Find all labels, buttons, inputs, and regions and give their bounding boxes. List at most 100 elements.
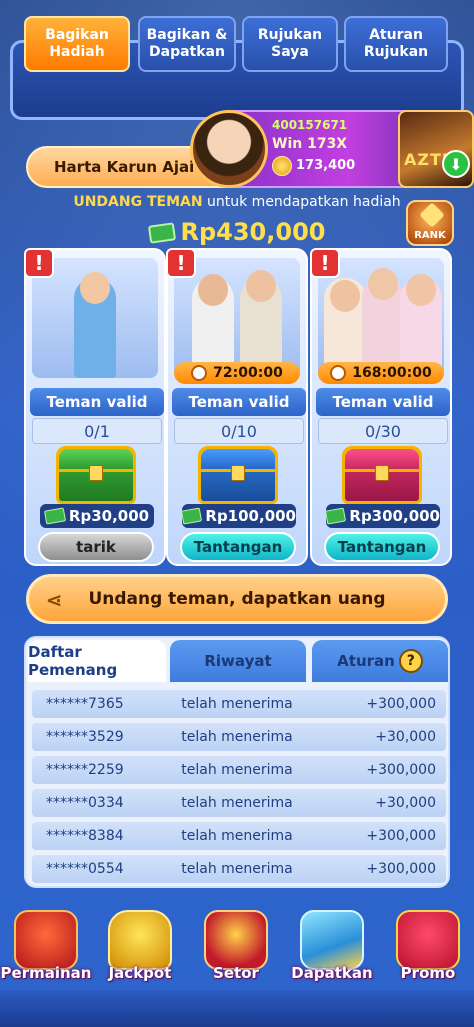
reward-amount: Rp300,000 <box>324 504 440 528</box>
reward-amount-value: Rp30,000 <box>68 507 150 525</box>
nav-dapatkan-label: Dapatkan <box>291 964 373 982</box>
clock-icon <box>330 365 347 381</box>
money-icon <box>180 507 203 525</box>
share-invite-label: Undang teman, dapatkan uang <box>88 589 386 609</box>
timer-value: 168:00:00 <box>352 365 432 381</box>
coin-chest-icon <box>204 910 268 970</box>
tab-rules-label: Aturan <box>337 652 395 670</box>
winner-status: telah menerima <box>181 861 293 877</box>
winner-user: ******0554 <box>46 861 124 877</box>
share-invite-button[interactable]: ⋖ Undang teman, dapatkan uang <box>26 574 448 624</box>
slot-machine-icon <box>14 910 78 970</box>
winner-user: ******8384 <box>46 828 124 844</box>
person-head <box>80 272 110 304</box>
clock-icon <box>191 365 208 381</box>
phone-coins-icon <box>300 910 364 970</box>
reward-card-1: ! Teman valid 0/1 Rp30,000 tarik <box>24 248 166 566</box>
money-icon <box>324 507 347 525</box>
winner-amount: +30,000 <box>375 729 436 745</box>
tab-rules[interactable]: Aturan ? <box>312 640 448 682</box>
help-icon[interactable]: ? <box>398 649 423 673</box>
nav-promo-label: Promo <box>400 964 456 982</box>
person-head <box>406 274 436 306</box>
tab-rujukan-saya[interactable]: Rujukan Saya <box>242 16 338 72</box>
win-amount: 173,400 <box>296 158 356 173</box>
trophy-icon <box>108 910 172 970</box>
winner-status: telah menerima <box>181 729 293 745</box>
winner-user: ******7365 <box>46 696 124 712</box>
valid-friends-label: Teman valid <box>30 388 164 416</box>
person-head <box>246 270 276 302</box>
timer-value: 72:00:00 <box>213 365 283 381</box>
person-head <box>330 280 360 312</box>
winner-user: ******3529 <box>46 729 124 745</box>
bottom-nav: Permainan Jackpot Setor Dapatkan Promo <box>0 890 474 1027</box>
winner-id: 400157671 <box>272 118 348 132</box>
challenge-button[interactable]: Tantangan <box>180 532 296 562</box>
winner-row: ******2259 telah menerima +300,000 <box>32 756 446 784</box>
winner-amount: +30,000 <box>375 795 436 811</box>
alert-icon: ! <box>310 248 340 278</box>
reward-card-2: ! 72:00:00 Teman valid 0/10 Rp100,000 Ta… <box>166 248 308 566</box>
winner-amount: +300,000 <box>366 828 436 844</box>
win-multiplier: Win 173X <box>272 136 348 152</box>
nav-setor[interactable]: Setor <box>190 910 282 1020</box>
reward-card-3: ! 168:00:00 Teman valid 0/30 Rp300,000 T… <box>310 248 452 566</box>
chest-lock <box>89 465 103 481</box>
money-icon <box>43 507 66 525</box>
challenge-button[interactable]: Tantangan <box>324 532 440 562</box>
winner-status: telah menerima <box>181 696 293 712</box>
nav-promo[interactable]: Promo <box>382 910 474 1020</box>
treasure-chest-icon <box>198 446 278 504</box>
nav-permainan-label: Permainan <box>0 964 92 982</box>
countdown-timer: 168:00:00 <box>318 362 444 384</box>
winner-user: ******0334 <box>46 795 124 811</box>
alert-icon: ! <box>166 248 196 278</box>
nav-dapatkan[interactable]: Dapatkan <box>286 910 378 1020</box>
winner-status: telah menerima <box>181 795 293 811</box>
reward-amount-value: Rp100,000 <box>205 507 296 525</box>
total-reward-value: Rp430,000 <box>180 218 326 246</box>
reward-amount-value: Rp300,000 <box>349 507 440 525</box>
nav-jackpot[interactable]: Jackpot <box>94 910 186 1020</box>
valid-friends-label: Teman valid <box>172 388 306 416</box>
winner-row: ******0554 telah menerima +300,000 <box>32 855 446 883</box>
chest-lock <box>375 465 389 481</box>
money-icon <box>147 222 176 244</box>
chest-lock <box>231 465 245 481</box>
reward-amount: Rp30,000 <box>40 504 154 528</box>
invite-progress: 0/30 <box>318 418 448 444</box>
tab-history[interactable]: Riwayat <box>170 640 306 682</box>
invite-headline: UNDANG TEMAN untuk mendapatkan hadiah <box>0 194 474 210</box>
download-icon[interactable]: ⬇ <box>442 150 470 178</box>
winners-panel: Daftar Pemenang Riwayat Aturan ? ******7… <box>24 636 450 888</box>
winner-row: ******7365 telah menerima +300,000 <box>32 690 446 718</box>
winner-status: telah menerima <box>181 762 293 778</box>
invite-highlight: UNDANG TEMAN <box>73 194 203 210</box>
nav-setor-label: Setor <box>213 964 259 982</box>
tab-bagikan-dapatkan[interactable]: Bagikan & Dapatkan <box>138 16 236 72</box>
tab-bagikan-hadiah[interactable]: Bagikan Hadiah <box>24 16 130 72</box>
alert-icon: ! <box>24 248 54 278</box>
treasure-chest-icon <box>342 446 422 504</box>
person-head <box>368 268 398 300</box>
winner-row: ******0334 telah menerima +30,000 <box>32 789 446 817</box>
share-icon: ⋖ <box>45 588 63 612</box>
winner-amount: +300,000 <box>366 861 436 877</box>
treasure-chest-icon <box>56 446 136 504</box>
withdraw-button[interactable]: tarik <box>38 532 154 562</box>
person-head <box>198 274 228 306</box>
winner-row: ******3529 telah menerima +30,000 <box>32 723 446 751</box>
winner-amount: +300,000 <box>366 762 436 778</box>
nav-permainan[interactable]: Permainan <box>0 910 92 1020</box>
winner-row: ******8384 telah menerima +300,000 <box>32 822 446 850</box>
tab-winner-list[interactable]: Daftar Pemenang <box>28 640 166 682</box>
invite-progress: 0/10 <box>174 418 304 444</box>
invite-progress: 0/1 <box>32 418 162 444</box>
countdown-timer: 72:00:00 <box>174 362 300 384</box>
treasure-banner-title: Harta Karun Ajai <box>54 158 195 176</box>
tab-aturan-rujukan[interactable]: Aturan Rujukan <box>344 16 448 72</box>
valid-friends-label: Teman valid <box>316 388 450 416</box>
gift-box-icon <box>396 910 460 970</box>
invite-text: untuk mendapatkan hadiah <box>202 194 401 210</box>
